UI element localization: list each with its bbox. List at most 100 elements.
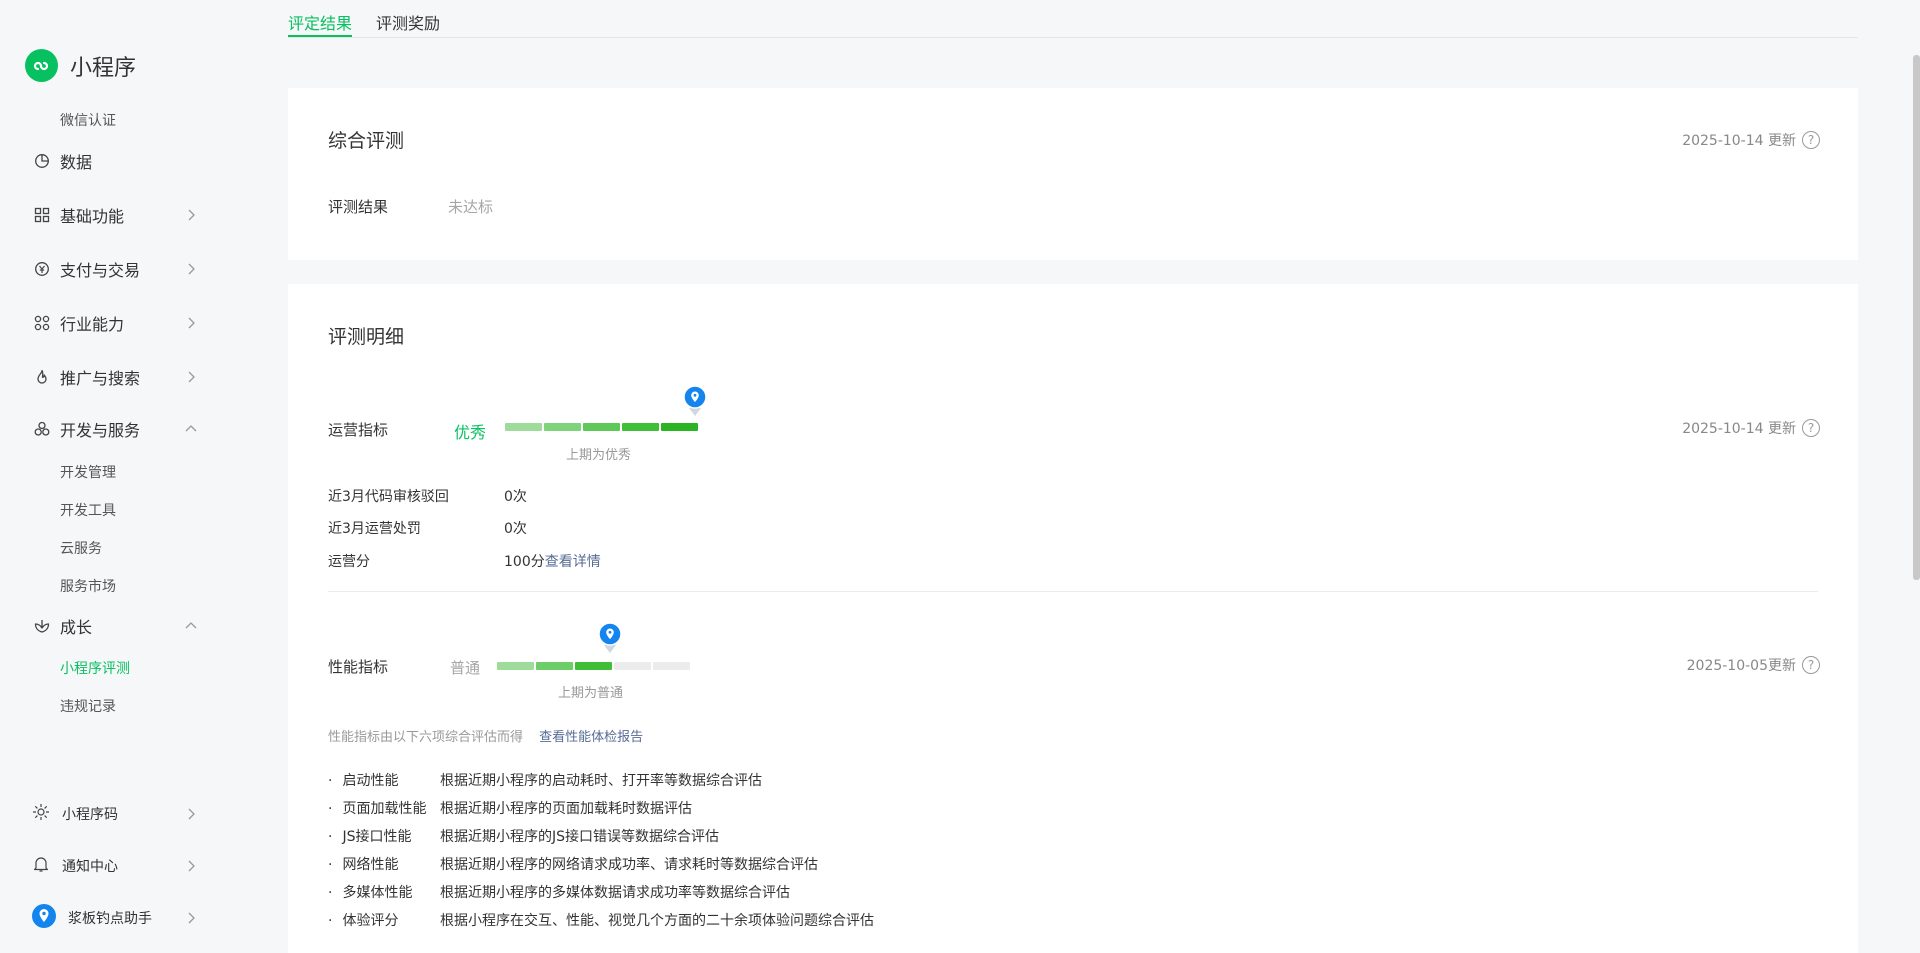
- ops-label: 运营指标: [328, 421, 389, 439]
- perf-item-name: 体验评分: [328, 910, 440, 930]
- avatar: [32, 904, 56, 932]
- perf-level-bar: [497, 662, 690, 670]
- bar-segment: [622, 423, 659, 431]
- detail-card: 评测明细 运营指标 优秀 上期为优秀 2025-10-14 更新 ? 近3月代码…: [288, 284, 1858, 953]
- sidebar-item-dev-services[interactable]: 开发与服务: [34, 416, 198, 442]
- sidebar-item-label: 浆板钓点助手: [68, 911, 152, 927]
- bar-segment: [536, 662, 573, 670]
- bar-segment: [614, 662, 651, 670]
- yen-coin-icon: [34, 261, 50, 277]
- bar-segment: [575, 662, 612, 670]
- summary-card: 综合评测 2025-10-14 更新 ? 评测结果 未达标: [288, 88, 1858, 260]
- sidebar-item-growth[interactable]: 成长: [34, 613, 198, 639]
- sidebar-sub-cloud[interactable]: 云服务: [60, 538, 102, 558]
- tab-active-indicator: [288, 35, 352, 37]
- dev-services-icon: [34, 421, 50, 437]
- help-icon[interactable]: ?: [1802, 656, 1820, 674]
- tab-results[interactable]: 评定结果: [288, 10, 352, 34]
- perf-item-name: 网络性能: [328, 854, 440, 874]
- perf-level: 普通: [450, 659, 481, 677]
- perf-label: 性能指标: [328, 658, 389, 676]
- sidebar-item-payment[interactable]: 支付与交易: [34, 256, 198, 282]
- section-divider: [328, 591, 1818, 592]
- help-icon[interactable]: ?: [1802, 419, 1820, 437]
- flame-icon: [34, 369, 50, 385]
- sidebar-item-account[interactable]: 浆板钓点助手: [32, 904, 198, 932]
- ops-row-label: 运营分: [328, 554, 370, 570]
- perf-item-name: 启动性能: [328, 770, 440, 790]
- ops-detail-link[interactable]: 查看详情: [545, 554, 601, 570]
- bar-segment: [544, 423, 581, 431]
- industry-icon: [34, 315, 50, 331]
- bell-icon: [32, 855, 50, 877]
- ops-row-value: 0次: [504, 521, 527, 537]
- sidebar: 小程序 微信认证 数据 基础功能 支付与交易 行业能力 推广与搜索 开发与服务 …: [0, 0, 238, 953]
- ops-updated: 2025-10-14 更新 ?: [1682, 418, 1820, 438]
- ops-row-value: 0次: [504, 489, 527, 505]
- sidebar-sub-market[interactable]: 服务市场: [60, 576, 116, 596]
- ops-score: 100分查看详情: [504, 551, 601, 571]
- perf-item: 启动性能 根据近期小程序的启动耗时、打开率等数据综合评估: [328, 770, 762, 790]
- app-title: 小程序: [70, 55, 137, 81]
- chevron-up-icon: [185, 425, 197, 432]
- summary-title: 综合评测: [328, 130, 405, 152]
- perf-item-desc: 根据小程序在交互、性能、视觉几个方面的二十余项体验问题综合评估: [440, 913, 874, 929]
- sidebar-item-qrcode[interactable]: 小程序码: [32, 801, 198, 827]
- ops-level: 优秀: [454, 423, 487, 442]
- perf-item-name: 页面加载性能: [328, 798, 440, 818]
- scrollbar-track[interactable]: [1913, 0, 1920, 953]
- sidebar-item-label: 基础功能: [60, 207, 125, 226]
- sidebar-item-basic-functions[interactable]: 基础功能: [34, 202, 198, 228]
- bar-segment: [653, 662, 690, 670]
- sidebar-item-label: 小程序码: [62, 807, 118, 823]
- sidebar-item-label: 数据: [60, 153, 93, 172]
- perf-item-desc: 根据近期小程序的启动耗时、打开率等数据综合评估: [440, 773, 762, 789]
- sidebar-item-industry[interactable]: 行业能力: [34, 310, 198, 336]
- bar-segment: [583, 423, 620, 431]
- tab-rewards[interactable]: 评测奖励: [376, 10, 440, 34]
- chevron-right-icon: [188, 209, 195, 221]
- perf-item-desc: 根据近期小程序的JS接口错误等数据综合评估: [440, 829, 720, 845]
- perf-item-name: JS接口性能: [328, 826, 440, 846]
- summary-updated: 2025-10-14 更新 ?: [1682, 130, 1820, 150]
- scrollbar-thumb[interactable]: [1913, 55, 1920, 580]
- chevron-right-icon: [188, 263, 195, 275]
- sidebar-item-label: 推广与搜索: [60, 369, 141, 388]
- chevron-right-icon: [188, 808, 195, 820]
- help-icon[interactable]: ?: [1802, 131, 1820, 149]
- sidebar-item-label: 通知中心: [62, 859, 118, 875]
- perf-item: 网络性能 根据近期小程序的网络请求成功率、请求耗时等数据综合评估: [328, 854, 818, 874]
- ops-row-label: 近3月运营处罚: [328, 521, 421, 537]
- bar-segment: [661, 423, 698, 431]
- chevron-right-icon: [188, 912, 195, 924]
- logo[interactable]: 小程序: [25, 49, 136, 82]
- sidebar-item-label: 支付与交易: [60, 261, 141, 280]
- sun-icon: [32, 803, 50, 825]
- location-pin-icon: [683, 385, 707, 416]
- sidebar-sub-wechat-verify[interactable]: 微信认证: [60, 110, 116, 130]
- result-label: 评测结果: [328, 198, 389, 216]
- summary-updated-text: 2025-10-14 更新: [1682, 133, 1796, 149]
- sidebar-item-label: 成长: [60, 618, 93, 637]
- sidebar-item-data[interactable]: 数据: [34, 148, 198, 174]
- sidebar-item-notifications[interactable]: 通知中心: [32, 853, 198, 879]
- sidebar-sub-dev-manage[interactable]: 开发管理: [60, 462, 116, 482]
- sidebar-item-label: 行业能力: [60, 315, 125, 334]
- sidebar-item-promotion[interactable]: 推广与搜索: [34, 364, 198, 390]
- ops-prev-note: 上期为优秀: [566, 448, 632, 463]
- perf-report-link[interactable]: 查看性能体检报告: [539, 730, 643, 745]
- detail-title: 评测明细: [328, 326, 405, 348]
- sidebar-sub-violations[interactable]: 违规记录: [60, 696, 116, 716]
- sidebar-item-label: 开发与服务: [60, 421, 141, 440]
- ops-row-label: 近3月代码审核驳回: [328, 489, 449, 505]
- perf-prev-note: 上期为普通: [558, 686, 624, 701]
- perf-updated-text: 2025-10-05更新: [1686, 658, 1796, 674]
- sidebar-sub-dev-tools[interactable]: 开发工具: [60, 500, 116, 520]
- sidebar-sub-evaluation[interactable]: 小程序评测: [60, 658, 130, 678]
- tab-bar: 评定结果 评测奖励: [288, 0, 1858, 38]
- perf-item: 页面加载性能 根据近期小程序的页面加载耗时数据评估: [328, 798, 692, 818]
- perf-item-desc: 根据近期小程序的多媒体数据请求成功率等数据综合评估: [440, 885, 790, 901]
- grid-icon: [34, 207, 50, 223]
- perf-item-desc: 根据近期小程序的页面加载耗时数据评估: [440, 801, 692, 817]
- location-pin-icon: [598, 622, 622, 653]
